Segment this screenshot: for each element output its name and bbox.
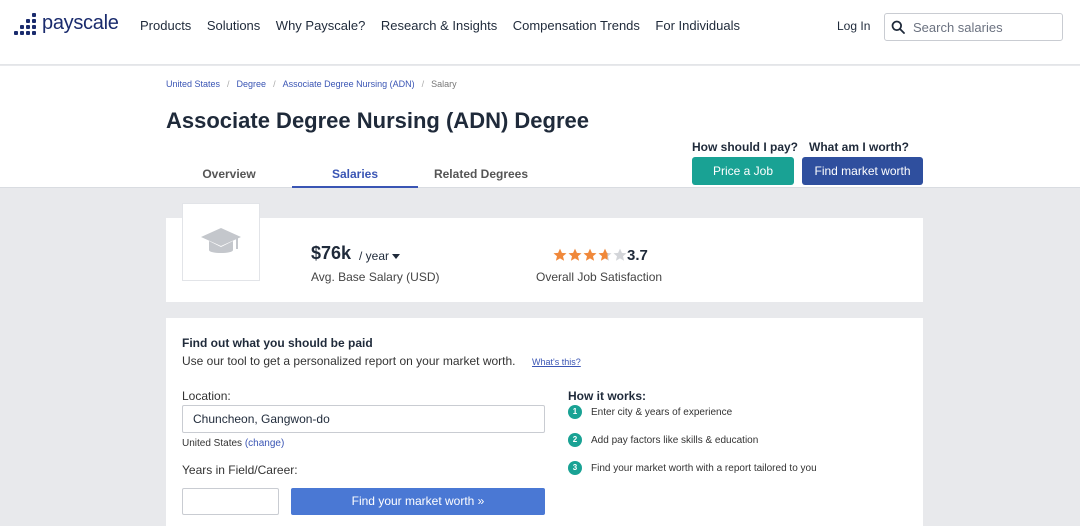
- tab-bar: Overview Salaries Related Degrees: [166, 160, 544, 188]
- logo-mark-icon: [14, 12, 36, 35]
- years-label: Years in Field/Career:: [182, 463, 298, 477]
- find-your-market-worth-button[interactable]: Find your market worth »: [291, 488, 545, 515]
- star-icon: [583, 248, 597, 261]
- tab-salaries[interactable]: Salaries: [292, 160, 418, 188]
- tool-title: Find out what you should be paid: [182, 336, 373, 350]
- step-item: 3 Find your market worth with a report t…: [568, 461, 817, 475]
- breadcrumb-adn[interactable]: Associate Degree Nursing (ADN): [283, 79, 415, 89]
- main-nav: Products Solutions Why Payscale? Researc…: [140, 18, 755, 33]
- breadcrumb-separator: /: [273, 79, 276, 89]
- degree-image: [182, 203, 260, 281]
- salary-period-dropdown[interactable]: / year: [359, 249, 401, 263]
- worth-question-label: What am I worth?: [809, 140, 909, 154]
- breadcrumb-separator: /: [421, 79, 425, 89]
- how-it-works-title: How it works:: [568, 389, 647, 403]
- nav-solutions[interactable]: Solutions: [207, 18, 260, 33]
- caret-down-icon: [392, 254, 401, 259]
- tab-related-degrees[interactable]: Related Degrees: [418, 160, 544, 188]
- step-text: Enter city & years of experience: [591, 406, 733, 418]
- page-header: United States / Degree / Associate Degre…: [0, 66, 1080, 188]
- change-country-link[interactable]: (change): [245, 438, 284, 449]
- search-icon[interactable]: [891, 20, 905, 34]
- graduation-cap-icon: [201, 228, 241, 253]
- star-icon: [598, 248, 612, 261]
- step-item: 2 Add pay factors like skills & educatio…: [568, 433, 758, 447]
- find-market-worth-button[interactable]: Find market worth: [802, 157, 923, 185]
- price-a-job-button[interactable]: Price a Job: [692, 157, 794, 185]
- top-nav: payscale Products Solutions Why Payscale…: [0, 0, 1080, 65]
- country-name: United States: [182, 438, 243, 449]
- payscale-logo[interactable]: payscale: [14, 12, 119, 35]
- avg-salary-value: $76k: [311, 243, 352, 263]
- tool-subtitle: Use our tool to get a personalized repor…: [182, 354, 516, 368]
- breadcrumb-degree[interactable]: Degree: [237, 79, 267, 89]
- salary-summary-card: [166, 218, 923, 302]
- nav-for-individuals[interactable]: For Individuals: [655, 18, 740, 33]
- step-text: Find your market worth with a report tai…: [591, 462, 817, 474]
- location-label: Location:: [182, 389, 231, 403]
- rating-caption: Overall Job Satisfaction: [536, 270, 663, 284]
- pay-question-label: How should I pay?: [692, 140, 799, 154]
- star-icon: [613, 248, 627, 261]
- breadcrumb-separator: /: [227, 79, 230, 89]
- search-input[interactable]: [913, 19, 1053, 35]
- rating-stars: [553, 248, 628, 262]
- search-box: [884, 13, 1063, 41]
- rating-value: 3.7: [627, 247, 648, 264]
- breadcrumb: United States / Degree / Associate Degre…: [166, 79, 457, 89]
- step-number-badge: 2: [568, 433, 582, 447]
- nav-products[interactable]: Products: [140, 18, 191, 33]
- star-icon: [568, 248, 582, 261]
- avg-salary-caption: Avg. Base Salary (USD): [311, 270, 440, 284]
- location-input[interactable]: [182, 405, 545, 433]
- breadcrumb-united-states[interactable]: United States: [166, 79, 220, 89]
- country-line: United States (change): [182, 438, 284, 449]
- nav-compensation-trends[interactable]: Compensation Trends: [513, 18, 640, 33]
- breadcrumb-current: Salary: [431, 79, 457, 89]
- step-item: 1 Enter city & years of experience: [568, 405, 732, 419]
- years-input[interactable]: [182, 488, 279, 515]
- nav-research-insights[interactable]: Research & Insights: [381, 18, 497, 33]
- tab-overview[interactable]: Overview: [166, 160, 292, 188]
- login-link[interactable]: Log In: [837, 19, 870, 33]
- step-number-badge: 3: [568, 461, 582, 475]
- page-title: Associate Degree Nursing (ADN) Degree: [166, 108, 590, 133]
- logo-text: payscale: [42, 12, 119, 34]
- star-icon: [553, 248, 567, 261]
- salary-period-label: / year: [359, 249, 390, 263]
- step-text: Add pay factors like skills & education: [591, 434, 759, 446]
- step-number-badge: 1: [568, 405, 582, 419]
- whats-this-link[interactable]: What's this?: [532, 357, 581, 367]
- nav-why-payscale[interactable]: Why Payscale?: [276, 18, 366, 33]
